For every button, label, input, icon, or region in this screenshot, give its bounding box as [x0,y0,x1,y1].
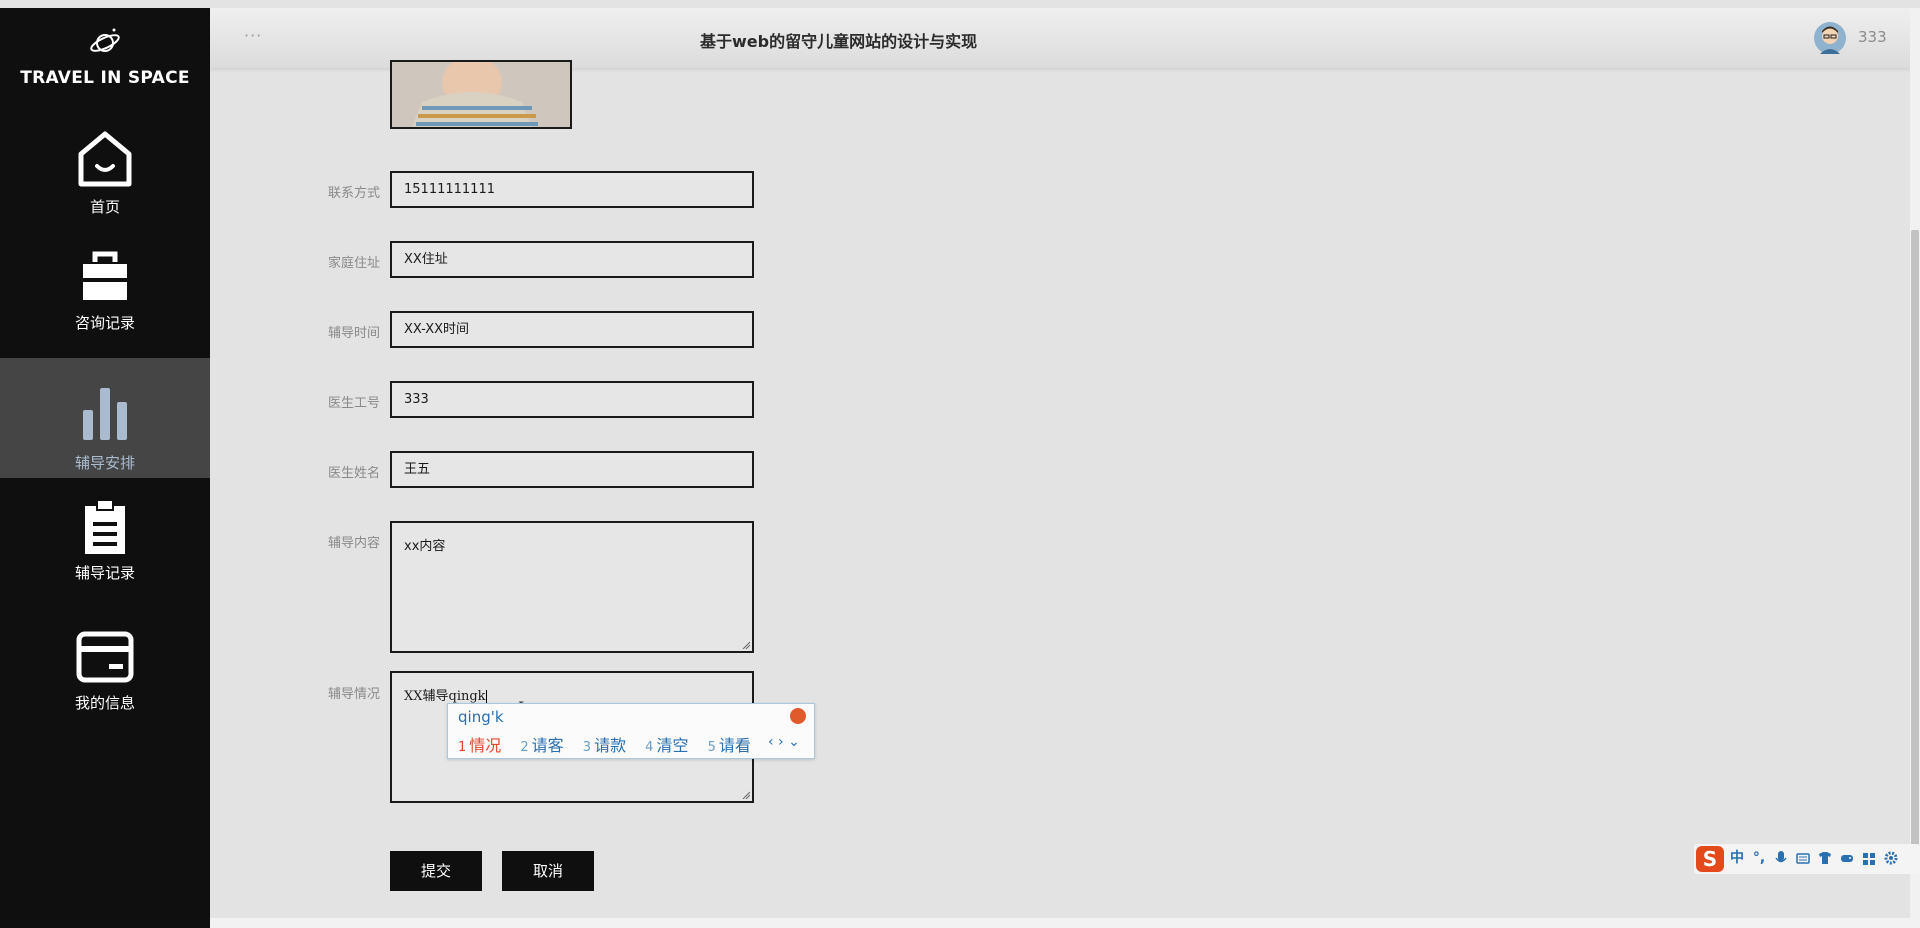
ime-candidate-popup[interactable]: qing'k 1 情况 2 请客 3 请款 4 清空 5 请看 ‹ › ⌄ [447,703,815,759]
sogou-logo-icon[interactable]: S [1696,846,1724,872]
doctor-id-label: 医生工号 [327,396,380,411]
page-title: 基于web的留守儿童网站的设计与实现 [700,32,978,51]
avatar[interactable] [1814,22,1846,54]
bottom-strip [0,918,1920,928]
sidebar-item-label: 辅导记录 [74,564,135,582]
address-field[interactable]: XX住址 [390,241,754,278]
more-icon[interactable]: ··· [244,26,262,45]
ime-page-nav[interactable]: ‹ › ⌄ [768,734,800,750]
home-icon [78,131,132,187]
keyboard-icon[interactable] [1796,850,1810,866]
resize-grip-icon[interactable] [742,791,750,799]
tutoring-time-field[interactable]: XX-XX时间 [390,311,754,348]
submit-button[interactable]: 提交 [390,851,482,891]
address-label: 家庭住址 [327,256,380,271]
skin-icon[interactable] [1818,850,1832,866]
doctor-id-field[interactable]: 333 [390,381,754,418]
phone-field[interactable]: 15111111111 [390,171,754,208]
phone-value: 15111111111 [404,182,495,197]
content-value: xx内容 [404,539,446,554]
photo-image [392,62,570,127]
top-header: ··· 基于web的留守儿童网站的设计与实现 333 [210,8,1910,68]
brand-name: TRAVEL IN SPACE [20,68,190,88]
user-name[interactable]: 333 [1858,28,1887,46]
ime-pinyin: qing'k [458,708,504,726]
phone-label: 联系方式 [327,186,380,201]
sidebar-item-records[interactable]: 辅导记录 [0,498,210,618]
address-value: XX住址 [404,252,448,267]
app-frame [0,0,1920,928]
content-textarea[interactable]: xx内容 [390,521,754,653]
scrollbar-thumb[interactable] [1911,230,1919,850]
situation-value: XX辅导qingk [404,689,486,704]
card-icon [76,631,134,683]
planet-icon [90,28,120,52]
ime-candidate[interactable]: 3 请款 [583,736,626,755]
ime-toolbar[interactable]: S 中 °, [1694,844,1920,874]
punctuation-icon[interactable]: °, [1752,850,1766,866]
doctor-name-field[interactable]: 王五 [390,451,754,488]
briefcase-icon [83,251,127,300]
ime-candidate-list: 1 情况 2 请客 3 请款 4 清空 5 请看 [458,732,765,756]
apps-grid-icon[interactable] [1862,850,1876,866]
sidebar-item-home[interactable]: 首页 [0,128,210,248]
ime-logo-icon[interactable] [790,708,806,724]
sidebar-item-profile[interactable]: 我的信息 [0,628,210,748]
microphone-icon[interactable] [1774,850,1788,866]
situation-label: 辅导情况 [327,687,380,702]
doctor-id-value: 333 [404,392,429,407]
ime-candidate[interactable]: 4 清空 [645,736,688,755]
doctor-name-value: 王五 [404,462,431,477]
brand: TRAVEL IN SPACE [0,24,210,104]
sidebar: TRAVEL IN SPACE 首页 咨询记录 辅导安排 辅导记录 我的信息 [0,8,210,928]
sidebar-item-label: 首页 [89,198,120,216]
ime-candidate[interactable]: 5 请看 [708,736,751,755]
text-caret [485,689,487,704]
game-icon[interactable] [1840,850,1854,866]
sidebar-item-label: 我的信息 [74,694,135,712]
resize-grip-icon[interactable] [742,641,750,649]
clipboard-icon [85,499,125,554]
ime-mode-icon[interactable]: 中 [1730,850,1744,866]
ime-candidate[interactable]: 2 请客 [520,736,563,755]
settings-gear-icon[interactable] [1884,850,1898,866]
doctor-name-label: 医生姓名 [327,466,380,481]
sidebar-item-schedule[interactable]: 辅导安排 [0,358,210,478]
sidebar-item-consult[interactable]: 咨询记录 [0,248,210,368]
cancel-button[interactable]: 取消 [502,851,594,891]
tutoring-time-label: 辅导时间 [327,326,380,341]
bar-chart-icon [83,388,127,440]
tutoring-time-value: XX-XX时间 [404,322,470,337]
content-label: 辅导内容 [327,536,380,551]
child-photo [390,60,572,129]
ime-candidate[interactable]: 1 情况 [458,736,501,755]
sidebar-item-label: 辅导安排 [74,454,135,472]
sidebar-item-label: 咨询记录 [74,314,135,332]
